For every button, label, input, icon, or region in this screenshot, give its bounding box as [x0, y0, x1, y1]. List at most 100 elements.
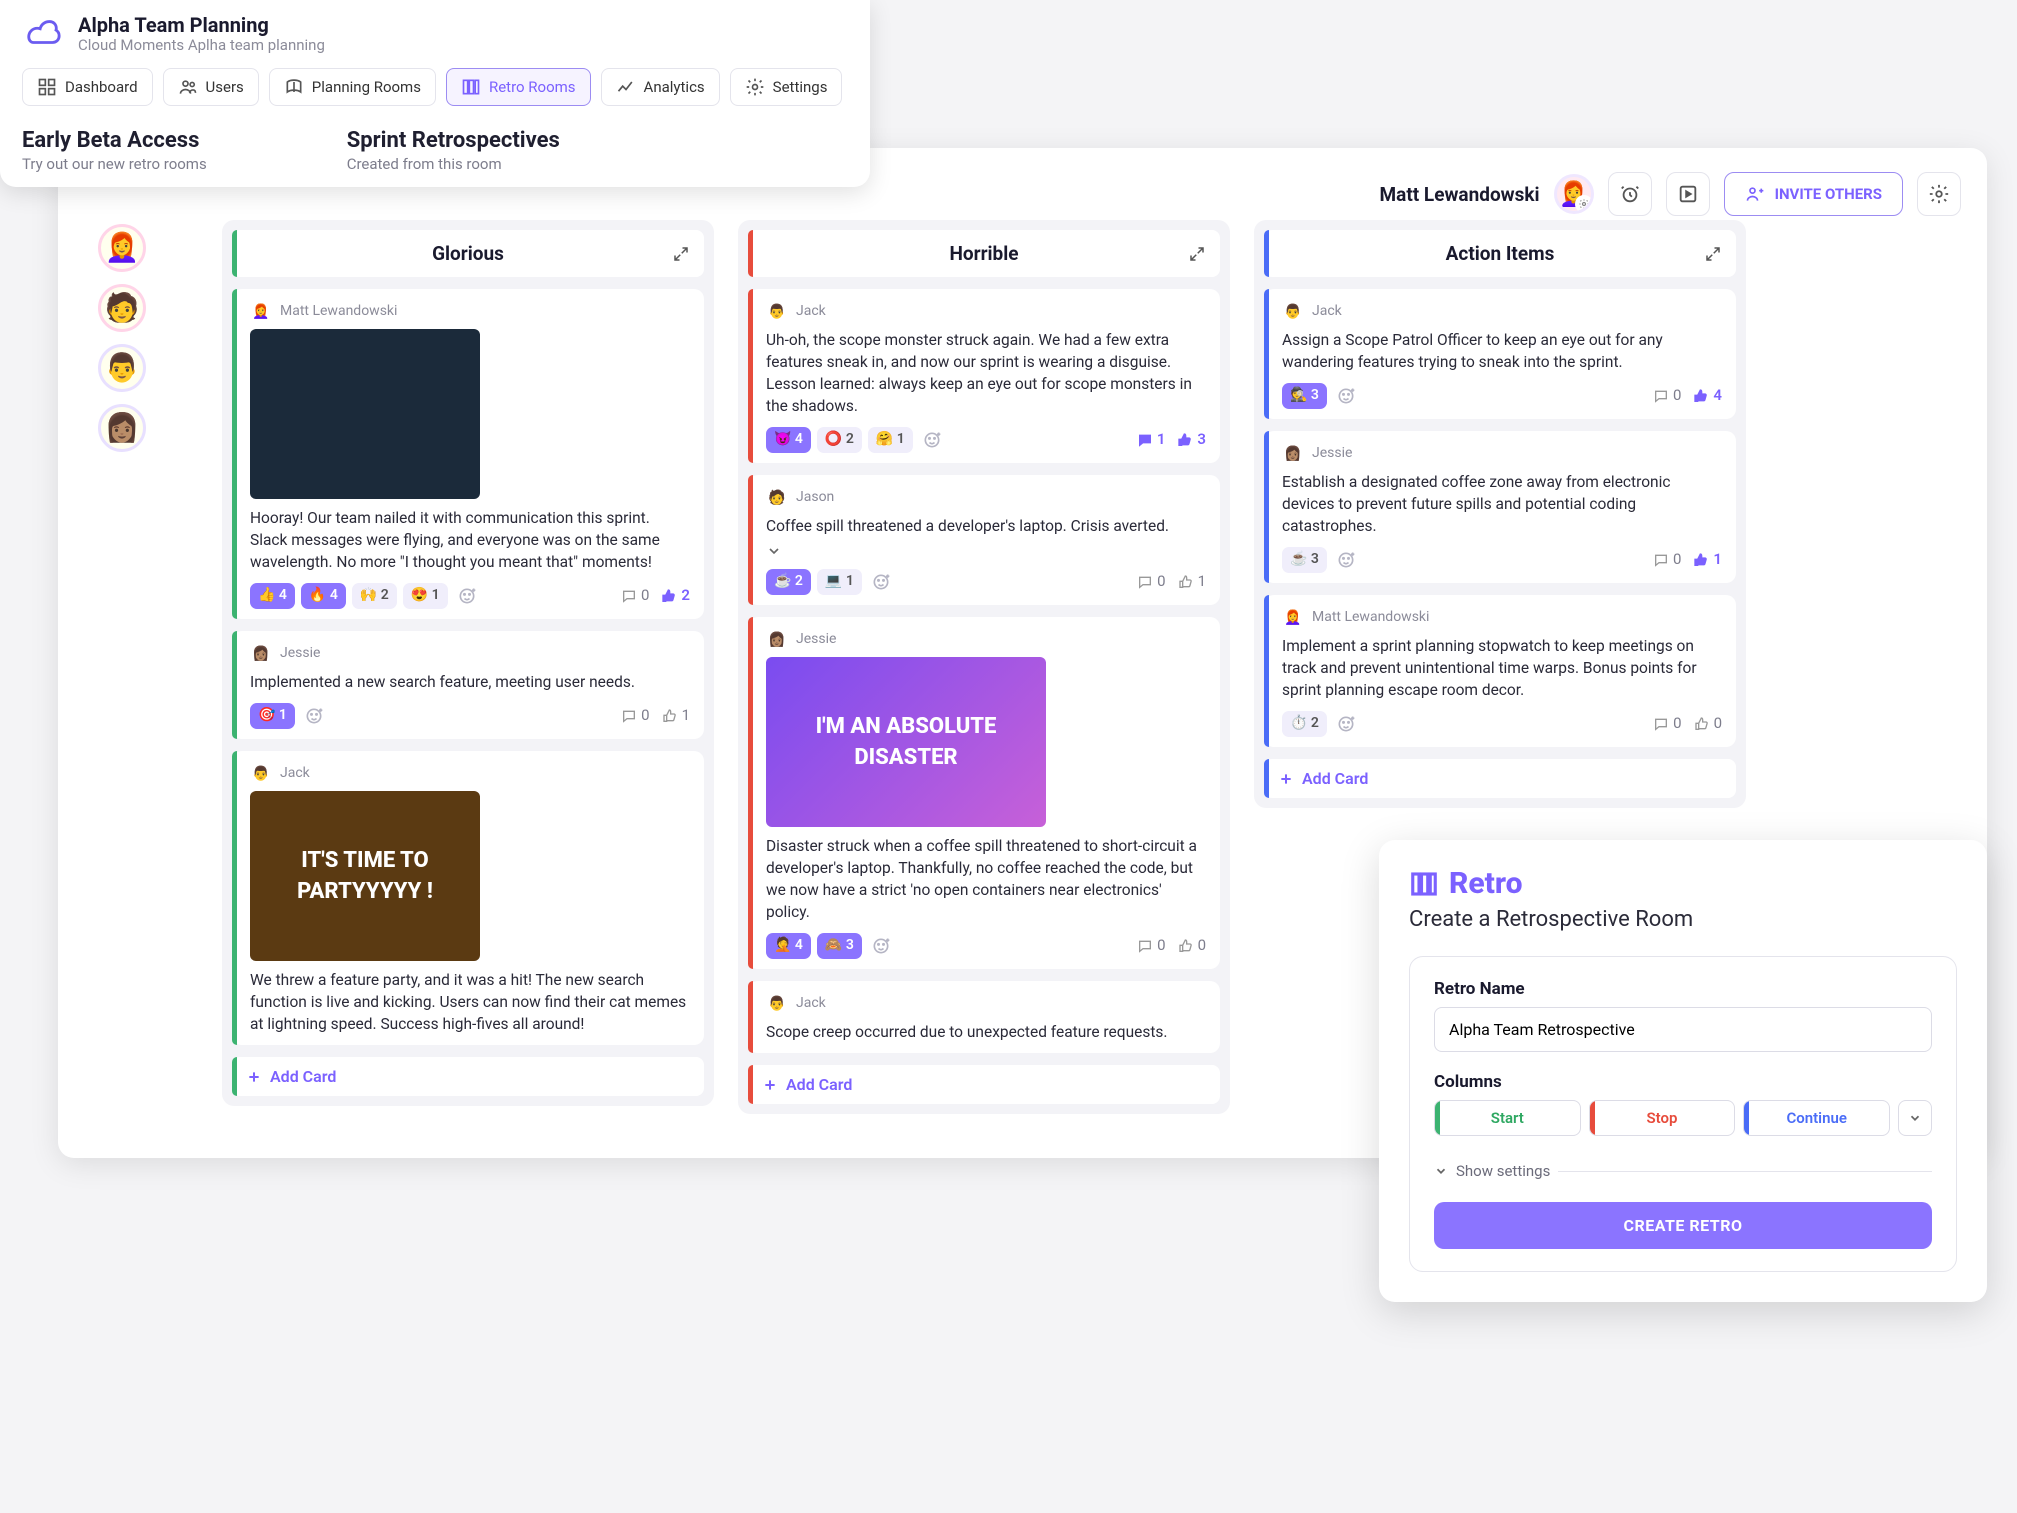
- reaction-chip[interactable]: 😈 4: [766, 427, 811, 453]
- reaction-chip[interactable]: 🤗 1: [868, 427, 913, 453]
- column-pill-continue[interactable]: Continue: [1743, 1100, 1890, 1136]
- reactions: 👍 4🔥 4🙌 2😍 1: [250, 583, 480, 609]
- reaction-chip[interactable]: 💻 1: [817, 569, 862, 595]
- nav-planning-rooms[interactable]: Planning Rooms: [269, 68, 436, 106]
- retro-card[interactable]: 👩🏽JessieEstablish a designated coffee zo…: [1264, 431, 1736, 583]
- retro-card[interactable]: 👩‍🦰Matt LewandowskiImplement a sprint pl…: [1264, 595, 1736, 747]
- reaction-chip[interactable]: ☕ 2: [766, 569, 811, 595]
- comments-count[interactable]: 0: [1653, 713, 1681, 734]
- reaction-chip[interactable]: ⭕ 2: [817, 427, 862, 453]
- card-text: Implemented a new search feature, meetin…: [250, 671, 690, 693]
- column-pill-stop[interactable]: Stop: [1589, 1100, 1736, 1136]
- add-reaction-button[interactable]: [868, 933, 894, 959]
- reaction-chip[interactable]: 🙈 3: [817, 933, 862, 959]
- add-reaction-button[interactable]: [301, 703, 327, 729]
- settings-button[interactable]: [1917, 172, 1961, 216]
- retro-card[interactable]: 👨JackAssign a Scope Patrol Officer to ke…: [1264, 289, 1736, 419]
- participant-avatar[interactable]: 👩‍🦰: [98, 224, 146, 272]
- alarm-icon: [1619, 183, 1641, 205]
- gear-icon: [1928, 183, 1950, 205]
- board-column: Horrible 👨JackUh-oh, the scope monster s…: [738, 220, 1230, 1114]
- retro-card[interactable]: 👩🏽JessieI'M AN ABSOLUTE DISASTERDisaster…: [748, 617, 1220, 969]
- reaction-chip[interactable]: 😍 1: [403, 583, 448, 609]
- likes-count[interactable]: 2: [661, 585, 690, 606]
- reaction-chip[interactable]: 👍 4: [250, 583, 295, 609]
- reactions: 🎯 1: [250, 703, 327, 729]
- likes-count[interactable]: 1: [1693, 549, 1722, 570]
- likes-count[interactable]: 0: [1178, 935, 1206, 956]
- likes-count[interactable]: 0: [1694, 713, 1722, 734]
- collapse-icon[interactable]: [766, 543, 1206, 559]
- retro-card[interactable]: 👨JackIT'S TIME TO PARTYYYYY !We threw a …: [232, 751, 704, 1045]
- reaction-chip[interactable]: 🙌 2: [352, 583, 397, 609]
- column-header[interactable]: Action Items: [1264, 230, 1736, 277]
- nav-analytics[interactable]: Analytics: [601, 68, 720, 106]
- plus-icon: [762, 1077, 778, 1093]
- reactions: 😈 4⭕ 2🤗 1: [766, 427, 945, 453]
- retro-card[interactable]: 👩‍🦰Matt LewandowskiHooray! Our team nail…: [232, 289, 704, 619]
- dashboard-icon: [37, 77, 57, 97]
- add-reaction-button[interactable]: [919, 427, 945, 453]
- add-card-button[interactable]: Add Card: [232, 1057, 704, 1096]
- card-text: Scope creep occurred due to unexpected f…: [766, 1021, 1206, 1043]
- nav-settings[interactable]: Settings: [730, 68, 843, 106]
- comments-count[interactable]: 0: [1653, 385, 1681, 406]
- comments-count[interactable]: 0: [1137, 935, 1165, 956]
- likes-count[interactable]: 4: [1693, 385, 1722, 406]
- retro-card[interactable]: 👩🏽JessieImplemented a new search feature…: [232, 631, 704, 739]
- reaction-chip[interactable]: ⏱️ 2: [1282, 711, 1327, 737]
- nav-users[interactable]: Users: [163, 68, 259, 106]
- retro-rooms-icon: [461, 77, 481, 97]
- add-reaction-button[interactable]: [1333, 711, 1359, 737]
- retro-card[interactable]: 👨JackUh-oh, the scope monster struck aga…: [748, 289, 1220, 463]
- columns-dropdown-button[interactable]: [1898, 1100, 1932, 1136]
- participant-avatar[interactable]: 👨: [98, 344, 146, 392]
- invite-others-button[interactable]: INVITE OTHERS: [1724, 172, 1903, 216]
- timer-button[interactable]: [1608, 172, 1652, 216]
- reactions: ☕ 2💻 1: [766, 569, 894, 595]
- add-card-button[interactable]: Add Card: [748, 1065, 1220, 1104]
- participant-avatar[interactable]: 👩🏽: [98, 404, 146, 452]
- card-stats: 1 3: [1137, 429, 1206, 450]
- current-user-avatar[interactable]: 👩‍🦰: [1554, 174, 1594, 214]
- retro-name-input[interactable]: [1434, 1007, 1932, 1052]
- retro-card[interactable]: 🧑JasonCoffee spill threatened a develope…: [748, 475, 1220, 605]
- add-reaction-button[interactable]: [1333, 547, 1359, 573]
- comments-count[interactable]: 0: [1137, 571, 1165, 592]
- comments-count[interactable]: 0: [621, 585, 649, 606]
- retro-card[interactable]: 👨JackScope creep occurred due to unexpec…: [748, 981, 1220, 1053]
- add-card-button[interactable]: Add Card: [1264, 759, 1736, 798]
- beta-subtitle: Try out our new retro rooms: [22, 155, 207, 173]
- add-reaction-button[interactable]: [1333, 383, 1359, 409]
- likes-count[interactable]: 1: [662, 705, 690, 726]
- reactions: 🕵️ 3: [1282, 383, 1359, 409]
- retro-modal-title: Retro: [1449, 866, 1523, 901]
- add-reaction-button[interactable]: [868, 569, 894, 595]
- comments-count[interactable]: 1: [1137, 429, 1166, 450]
- reaction-chip[interactable]: 🎯 1: [250, 703, 295, 729]
- reaction-chip[interactable]: 🔥 4: [301, 583, 346, 609]
- nav-dashboard[interactable]: Dashboard: [22, 68, 153, 106]
- comments-count[interactable]: 0: [1653, 549, 1681, 570]
- likes-count[interactable]: 1: [1178, 571, 1206, 592]
- chevron-down-icon: [1908, 1111, 1922, 1125]
- columns-label: Columns: [1434, 1072, 1932, 1092]
- reaction-chip[interactable]: 🤦 4: [766, 933, 811, 959]
- play-square-icon: [1677, 183, 1699, 205]
- participant-avatar[interactable]: 🧑: [98, 284, 146, 332]
- create-retro-button[interactable]: CREATE RETRO: [1434, 1202, 1932, 1249]
- column-header[interactable]: Glorious: [232, 230, 704, 277]
- likes-count[interactable]: 3: [1177, 429, 1206, 450]
- comments-count[interactable]: 0: [621, 705, 649, 726]
- present-button[interactable]: [1666, 172, 1710, 216]
- reaction-chip[interactable]: ☕ 3: [1282, 547, 1327, 573]
- card-text: Coffee spill threatened a developer's la…: [766, 515, 1206, 537]
- reaction-chip[interactable]: 🕵️ 3: [1282, 383, 1327, 409]
- column-header[interactable]: Horrible: [748, 230, 1220, 277]
- board-column: Action Items 👨JackAssign a Scope Patrol …: [1254, 220, 1746, 808]
- main-nav: Dashboard Users Planning Rooms Retro Roo…: [22, 68, 848, 106]
- add-reaction-button[interactable]: [454, 583, 480, 609]
- column-pill-start[interactable]: Start: [1434, 1100, 1581, 1136]
- nav-retro-rooms[interactable]: Retro Rooms: [446, 68, 591, 106]
- show-settings-toggle[interactable]: Show settings: [1434, 1162, 1932, 1180]
